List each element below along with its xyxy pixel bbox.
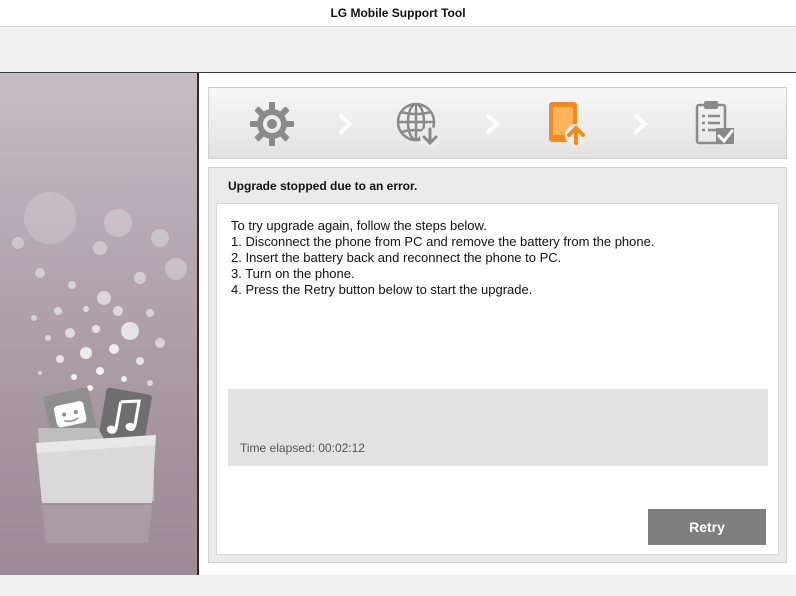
message-box: To try upgrade again, follow the steps b…	[216, 203, 779, 555]
progress-steps	[208, 87, 787, 159]
toolbar-area	[0, 27, 796, 72]
progress-status-box: Time elapsed: 00:02:12	[228, 389, 768, 466]
footer-area	[0, 575, 796, 596]
phone-upload-icon	[549, 102, 587, 146]
globe-download-icon	[396, 102, 440, 147]
decorative-side-panel	[0, 73, 199, 575]
content-area: Upgrade stopped due to an error. To try …	[199, 73, 796, 575]
settings-gear-icon	[250, 102, 294, 146]
instruction-line: 3. Turn on the phone.	[231, 266, 355, 281]
window-title: LG Mobile Support Tool	[330, 6, 466, 20]
instruction-line: 2. Insert the battery back and reconnect…	[231, 250, 562, 265]
main-area: Upgrade stopped due to an error. To try …	[0, 72, 796, 576]
chevron-right-icon	[486, 114, 501, 134]
time-elapsed: Time elapsed: 00:02:12	[240, 441, 365, 455]
instructions: To try upgrade again, follow the steps b…	[231, 218, 654, 298]
instruction-line: 1. Disconnect the phone from PC and remo…	[231, 234, 655, 249]
instruction-line: 4. Press the Retry button below to start…	[231, 282, 533, 297]
chevron-right-icon	[634, 114, 649, 134]
instruction-line: To try upgrade again, follow the steps b…	[231, 218, 487, 233]
bubbles-folder-illustration	[12, 192, 187, 543]
status-heading: Upgrade stopped due to an error.	[228, 179, 418, 193]
clipboard-check-icon	[695, 101, 734, 145]
title-bar: LG Mobile Support Tool	[0, 0, 796, 27]
status-panel: Upgrade stopped due to an error. To try …	[208, 167, 787, 563]
retry-button[interactable]: Retry	[648, 509, 766, 545]
chevron-right-icon	[339, 114, 354, 134]
